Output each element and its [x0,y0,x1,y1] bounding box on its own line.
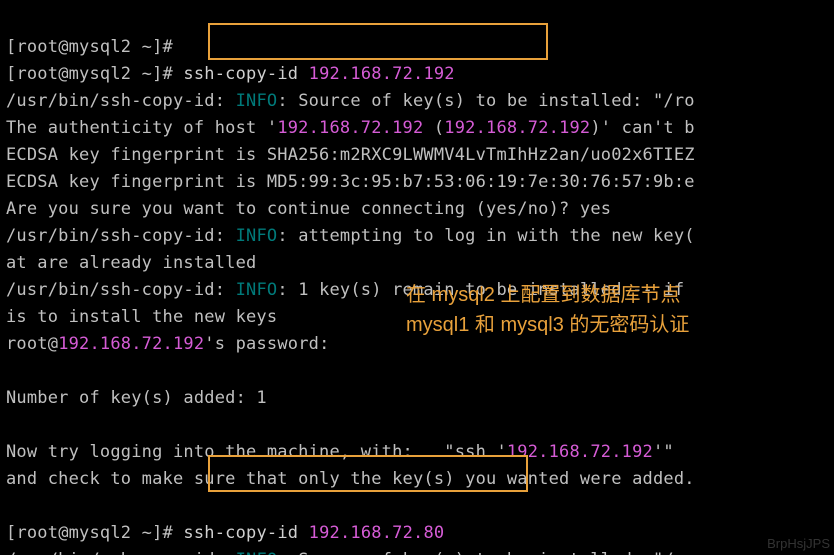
prompt-line-empty[interactable]: [root@mysql2 ~]# [6,37,173,57]
password-prompt[interactable]: root@192.168.72.192's password: [6,334,330,354]
fingerprint-sha-1: ECDSA key fingerprint is SHA256:m2RXC9LW… [6,145,695,165]
ssh-copy-id-cmd-2: ssh-copy-id [183,523,298,543]
already-installed: at are already installed [6,253,256,273]
ssh-copy-id-cmd: ssh-copy-id [183,64,298,84]
fingerprint-md5-1: ECDSA key fingerprint is MD5:99:3c:95:b7… [6,172,695,192]
target-ip-80: 192.168.72.80 [309,523,445,543]
info-label: INFO [236,91,278,111]
target-ip-192: 192.168.72.192 [309,64,455,84]
prompt-line-cmd1[interactable]: [root@mysql2 ~]# ssh-copy-id 192.168.72.… [6,64,455,84]
info-source-2: /usr/bin/ssh-copy-id: INFO: Source of ke… [6,550,695,555]
info-remain: /usr/bin/ssh-copy-id: INFO: 1 key(s) rem… [6,280,695,300]
info-source-1: /usr/bin/ssh-copy-id: INFO: Source of ke… [6,91,695,111]
try-login-line: Now try logging into the machine, with: … [6,442,674,462]
continue-prompt[interactable]: Are you sure you want to continue connec… [6,199,611,219]
install-new-keys: is to install the new keys [6,307,277,327]
authenticity-line-1: The authenticity of host '192.168.72.192… [6,118,695,138]
terminal-output: [root@mysql2 ~]# [root@mysql2 ~]# ssh-co… [0,0,834,555]
prompt-line-cmd2[interactable]: [root@mysql2 ~]# ssh-copy-id 192.168.72.… [6,523,444,543]
check-keys-line: and check to make sure that only the key… [6,469,695,489]
info-attempting: /usr/bin/ssh-copy-id: INFO: attempting t… [6,226,695,246]
keys-added: Number of key(s) added: 1 [6,388,267,408]
